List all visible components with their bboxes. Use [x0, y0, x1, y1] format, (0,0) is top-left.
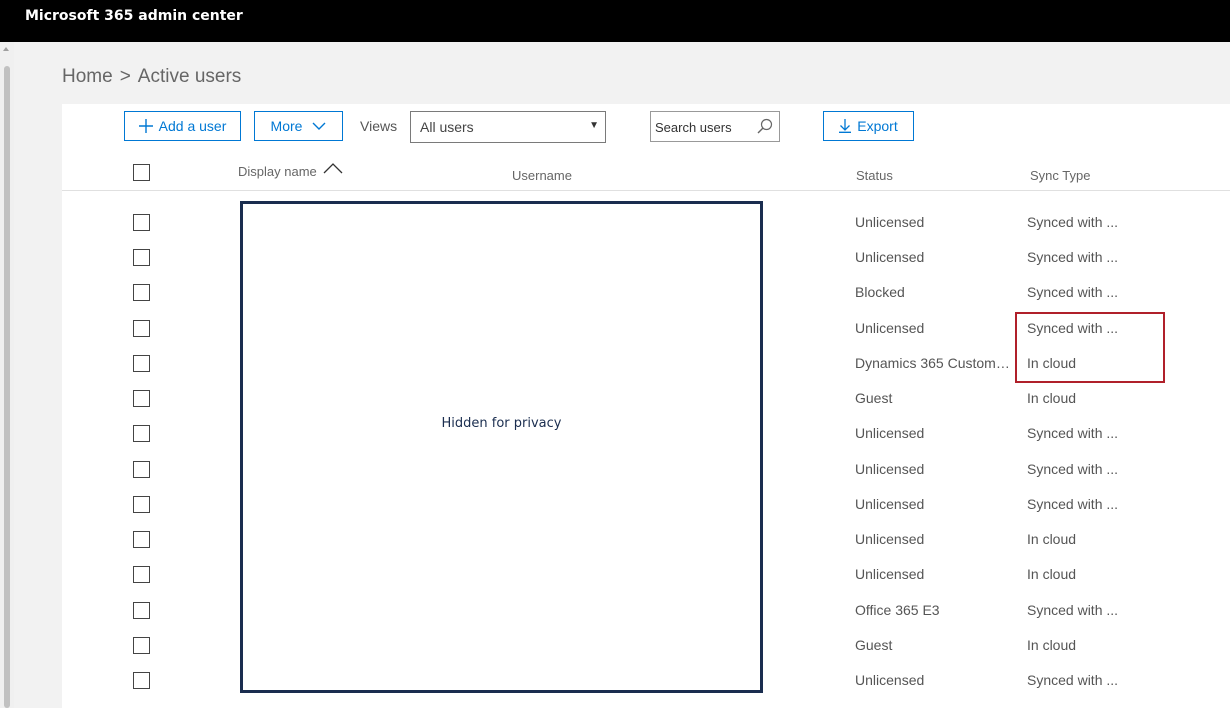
row-checkbox[interactable] [133, 249, 150, 266]
privacy-redaction-box: Hidden for privacy [240, 201, 763, 693]
sync-type-cell: Synced with ... [1027, 214, 1119, 230]
views-label: Views [360, 118, 398, 134]
column-header-username[interactable]: Username [512, 168, 572, 183]
plus-icon [138, 119, 153, 133]
dropdown-caret-icon: ▼ [589, 120, 599, 131]
sync-type-cell: Synced with ... [1027, 461, 1119, 477]
top-bar: Microsoft 365 admin center [0, 0, 1230, 42]
table-header: Display name Username Status Sync Type [62, 160, 1230, 191]
column-header-sync-type[interactable]: Sync Type [1030, 168, 1090, 183]
breadcrumb-separator: > [119, 66, 131, 87]
more-label: More [270, 118, 303, 134]
sync-type-cell: Synced with ... [1027, 425, 1119, 441]
status-cell: Unlicensed [855, 320, 925, 336]
breadcrumb-home[interactable]: Home [62, 66, 113, 87]
status-cell: Blocked [855, 284, 905, 300]
app-title: Microsoft 365 admin center [25, 8, 243, 24]
row-checkbox[interactable] [133, 496, 150, 513]
row-checkbox[interactable] [133, 390, 150, 407]
row-checkbox[interactable] [133, 672, 150, 689]
sync-type-cell: In cloud [1027, 390, 1077, 406]
export-label: Export [857, 118, 898, 134]
more-button[interactable]: More [254, 111, 343, 141]
views-selected-value: All users [420, 119, 474, 135]
sync-type-cell: Synced with ... [1027, 284, 1119, 300]
sync-type-cell: Synced with ... [1027, 496, 1119, 512]
chevron-down-icon [312, 122, 326, 130]
status-cell: Unlicensed [855, 566, 925, 582]
status-cell: Office 365 E3 [855, 602, 940, 618]
sync-type-cell: Synced with ... [1027, 249, 1119, 265]
display-name-header-label: Display name [238, 164, 317, 179]
row-checkbox[interactable] [133, 320, 150, 337]
row-checkbox[interactable] [133, 461, 150, 478]
sync-type-cell: In cloud [1027, 531, 1077, 547]
search-icon[interactable] [757, 118, 773, 137]
status-cell: Unlicensed [855, 249, 925, 265]
add-user-label: Add a user [158, 118, 227, 134]
sync-type-cell: In cloud [1027, 566, 1077, 582]
row-checkbox[interactable] [133, 355, 150, 372]
row-checkbox[interactable] [133, 602, 150, 619]
row-checkbox[interactable] [133, 566, 150, 583]
status-cell: Guest [855, 390, 893, 406]
breadcrumb: Home > Active users [62, 66, 241, 88]
status-cell: Unlicensed [855, 214, 925, 230]
scroll-up-arrow-icon[interactable] [3, 47, 9, 51]
status-cell: Unlicensed [855, 672, 925, 688]
privacy-note: Hidden for privacy [441, 415, 562, 431]
export-button[interactable]: Export [823, 111, 914, 141]
status-cell: Unlicensed [855, 496, 925, 512]
sort-ascending-icon[interactable] [323, 162, 343, 177]
row-checkbox[interactable] [133, 425, 150, 442]
sync-type-cell: Synced with ... [1027, 602, 1119, 618]
row-checkbox[interactable] [133, 214, 150, 231]
add-user-button[interactable]: Add a user [124, 111, 241, 141]
column-header-status[interactable]: Status [856, 168, 893, 183]
status-cell: Unlicensed [855, 531, 925, 547]
column-header-display-name[interactable]: Display name [238, 163, 343, 179]
page-scrollbar[interactable] [0, 42, 14, 708]
status-cell: Dynamics 365 Customer Engagement [855, 355, 1015, 371]
status-cell: Unlicensed [855, 461, 925, 477]
row-checkbox[interactable] [133, 284, 150, 301]
highlight-annotation-box [1015, 312, 1165, 383]
views-dropdown[interactable]: All users ▼ [410, 111, 606, 143]
scrollbar-thumb[interactable] [4, 66, 10, 708]
breadcrumb-current: Active users [137, 66, 242, 87]
search-users-input[interactable]: Search users [650, 111, 780, 142]
search-placeholder: Search users [655, 120, 732, 135]
download-icon [839, 119, 852, 133]
row-checkbox[interactable] [133, 531, 150, 548]
row-checkbox[interactable] [133, 637, 150, 654]
status-cell: Guest [855, 637, 893, 653]
select-all-checkbox[interactable] [133, 164, 150, 181]
status-cell: Unlicensed [855, 425, 925, 441]
users-panel: Add a user More Views All users ▼ Search… [62, 104, 1230, 708]
sync-type-cell: In cloud [1027, 637, 1077, 653]
sync-type-cell: Synced with ... [1027, 672, 1119, 688]
